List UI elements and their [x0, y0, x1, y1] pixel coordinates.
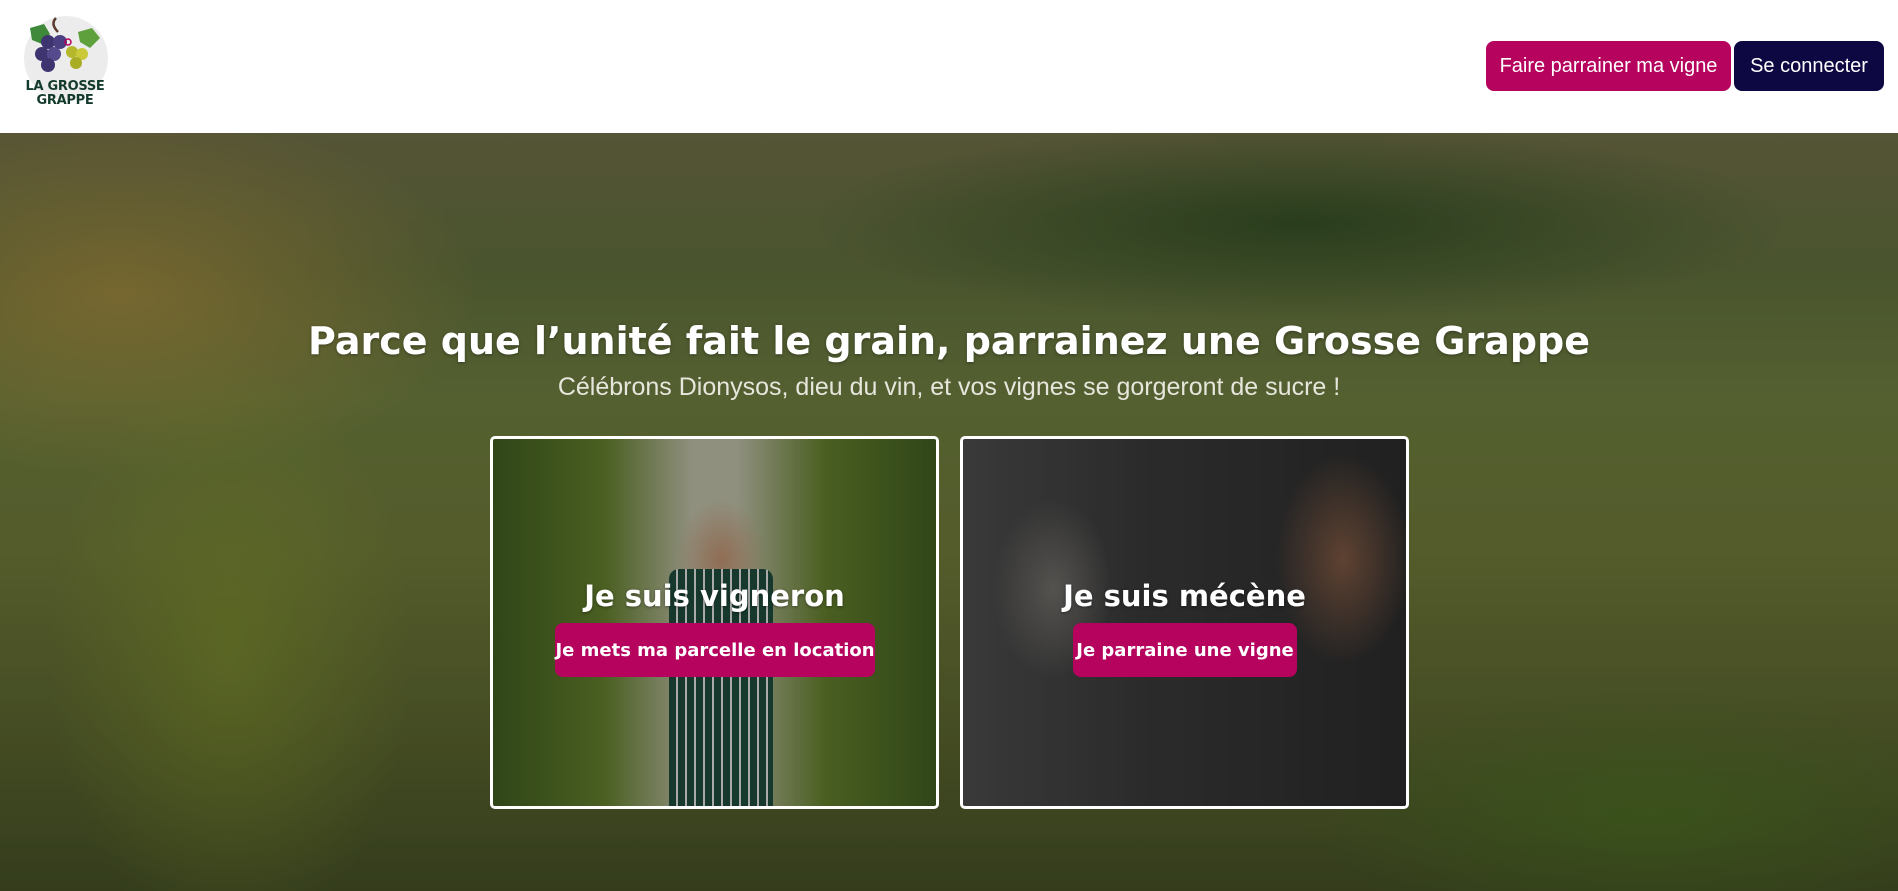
- site-header: LA GROSSE GRAPPE Faire parrainer ma vign…: [0, 0, 1898, 133]
- logo-text-line2: GRAPPE: [36, 93, 94, 108]
- logo-text-line1: LA GROSSE: [25, 79, 105, 94]
- card-patron-title: Je suis mécène: [1063, 579, 1306, 613]
- card-winegrower[interactable]: Je suis vigneron Je mets ma parcelle en …: [490, 436, 939, 809]
- card-winegrower-title: Je suis vigneron: [584, 579, 845, 613]
- card-patron[interactable]: Je suis mécène Je parraine une vigne: [960, 436, 1409, 809]
- hero-title: Parce que l’unité fait le grain, parrain…: [308, 319, 1590, 363]
- sponsor-vine-button[interactable]: Faire parrainer ma vigne: [1486, 41, 1731, 91]
- sponsor-vine-card-button[interactable]: Je parraine une vigne: [1073, 623, 1297, 677]
- brand-logo[interactable]: LA GROSSE GRAPPE: [20, 14, 112, 114]
- hero-section: Parce que l’unité fait le grain, parrain…: [0, 133, 1898, 891]
- login-button[interactable]: Se connecter: [1734, 41, 1884, 91]
- hero-background-overlay: [0, 133, 1898, 891]
- rent-plot-button[interactable]: Je mets ma parcelle en location: [555, 623, 875, 677]
- logo-wordmark: LA GROSSE GRAPPE: [20, 80, 110, 108]
- hero-subtitle: Célébrons Dionysos, dieu du vin, et vos …: [557, 373, 1341, 401]
